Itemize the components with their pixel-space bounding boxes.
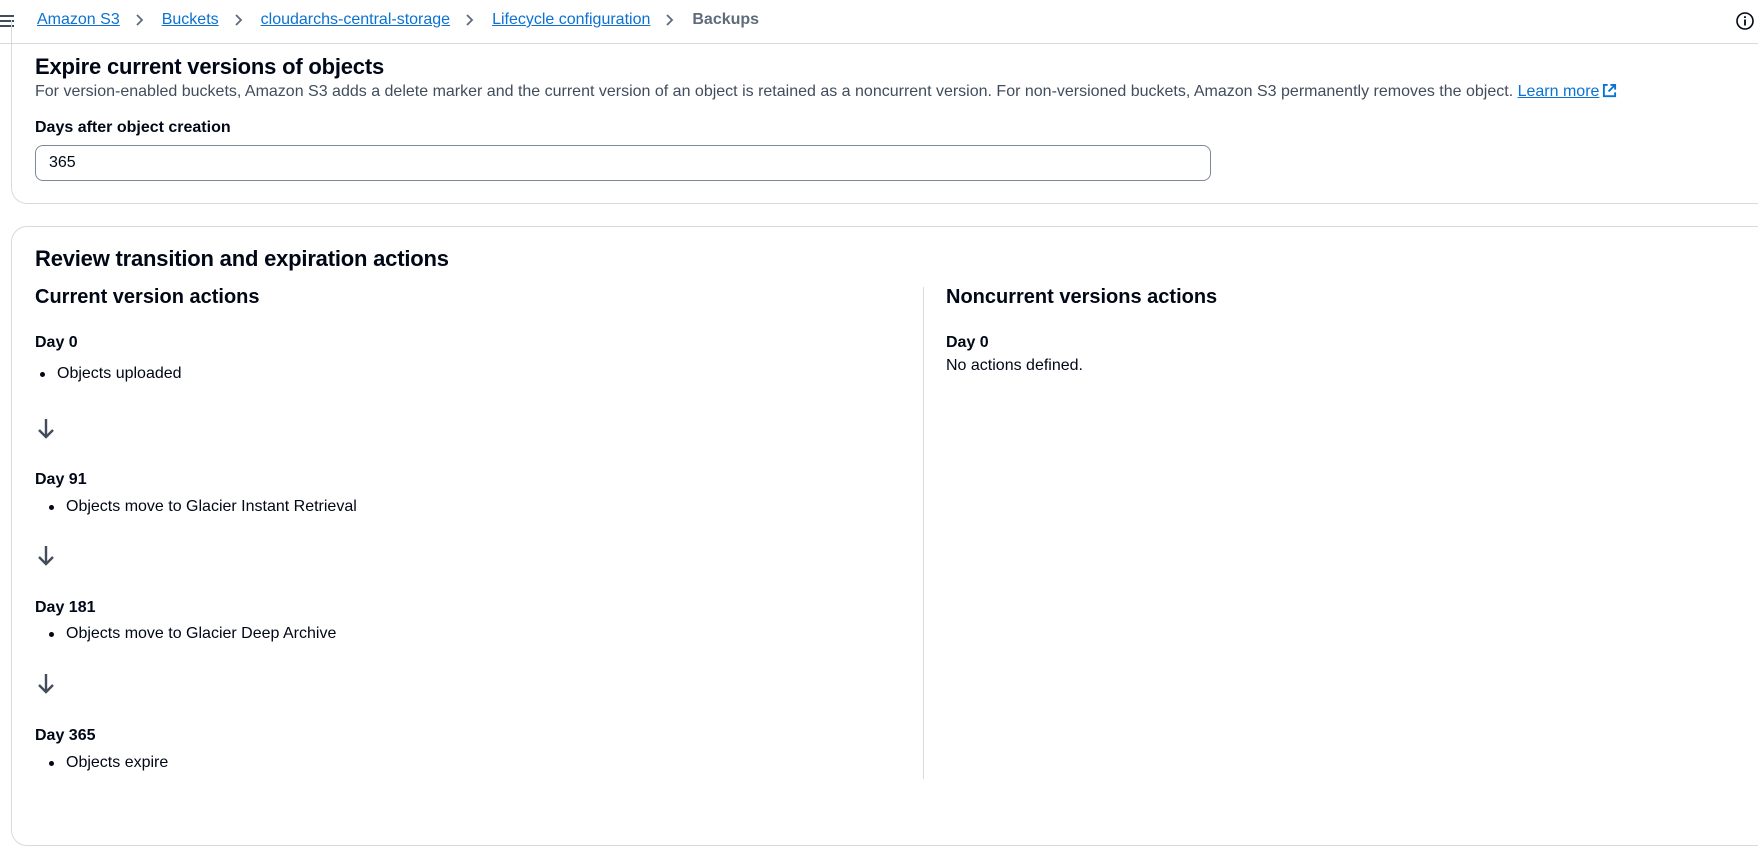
learn-more-link[interactable]: Learn more: [1518, 83, 1618, 100]
current-step-action-1: Objects move to Glacier Instant Retrieva…: [49, 497, 357, 517]
current-version-actions-title: Current version actions: [35, 286, 260, 308]
bullet: [49, 631, 54, 637]
review-actions-container: [11, 226, 1758, 846]
bullet: [40, 371, 45, 377]
days-after-creation-label: Days after object creation: [35, 119, 231, 136]
current-step-day-0: Day 0: [35, 334, 78, 351]
days-after-creation-input[interactable]: [35, 145, 1211, 181]
bullet: [49, 504, 54, 510]
arrow-down-icon: [38, 419, 54, 439]
column-divider: [923, 287, 924, 779]
external-link-icon: [1603, 83, 1617, 98]
current-step-action-2: Objects move to Glacier Deep Archive: [49, 624, 336, 644]
arrow-down-icon: [38, 674, 54, 694]
noncurrent-no-actions-text: No actions defined.: [946, 357, 1083, 374]
arrow-down-icon: [38, 546, 54, 566]
action-text: Objects uploaded: [57, 365, 182, 382]
current-step-action-3: Objects expire: [49, 753, 168, 773]
expire-description-text: For version-enabled buckets, Amazon S3 a…: [35, 83, 1514, 100]
current-step-day-365: Day 365: [35, 727, 96, 744]
action-text: Objects move to Glacier Deep Archive: [66, 625, 337, 642]
current-step-day-181: Day 181: [35, 599, 96, 616]
noncurrent-day-0: Day 0: [946, 334, 989, 351]
expire-section-title: Expire current versions of objects: [35, 54, 384, 79]
current-step-action-0: Objects uploaded: [40, 364, 182, 384]
action-text: Objects expire: [66, 754, 169, 771]
expire-section-description: For version-enabled buckets, Amazon S3 a…: [35, 82, 1617, 102]
action-text: Objects move to Glacier Instant Retrieva…: [66, 498, 357, 515]
noncurrent-versions-actions-title: Noncurrent versions actions: [946, 286, 1218, 308]
current-step-day-91: Day 91: [35, 471, 87, 488]
learn-more-label: Learn more: [1517, 83, 1600, 100]
review-section-title: Review transition and expiration actions: [35, 246, 449, 271]
bullet: [49, 760, 54, 766]
